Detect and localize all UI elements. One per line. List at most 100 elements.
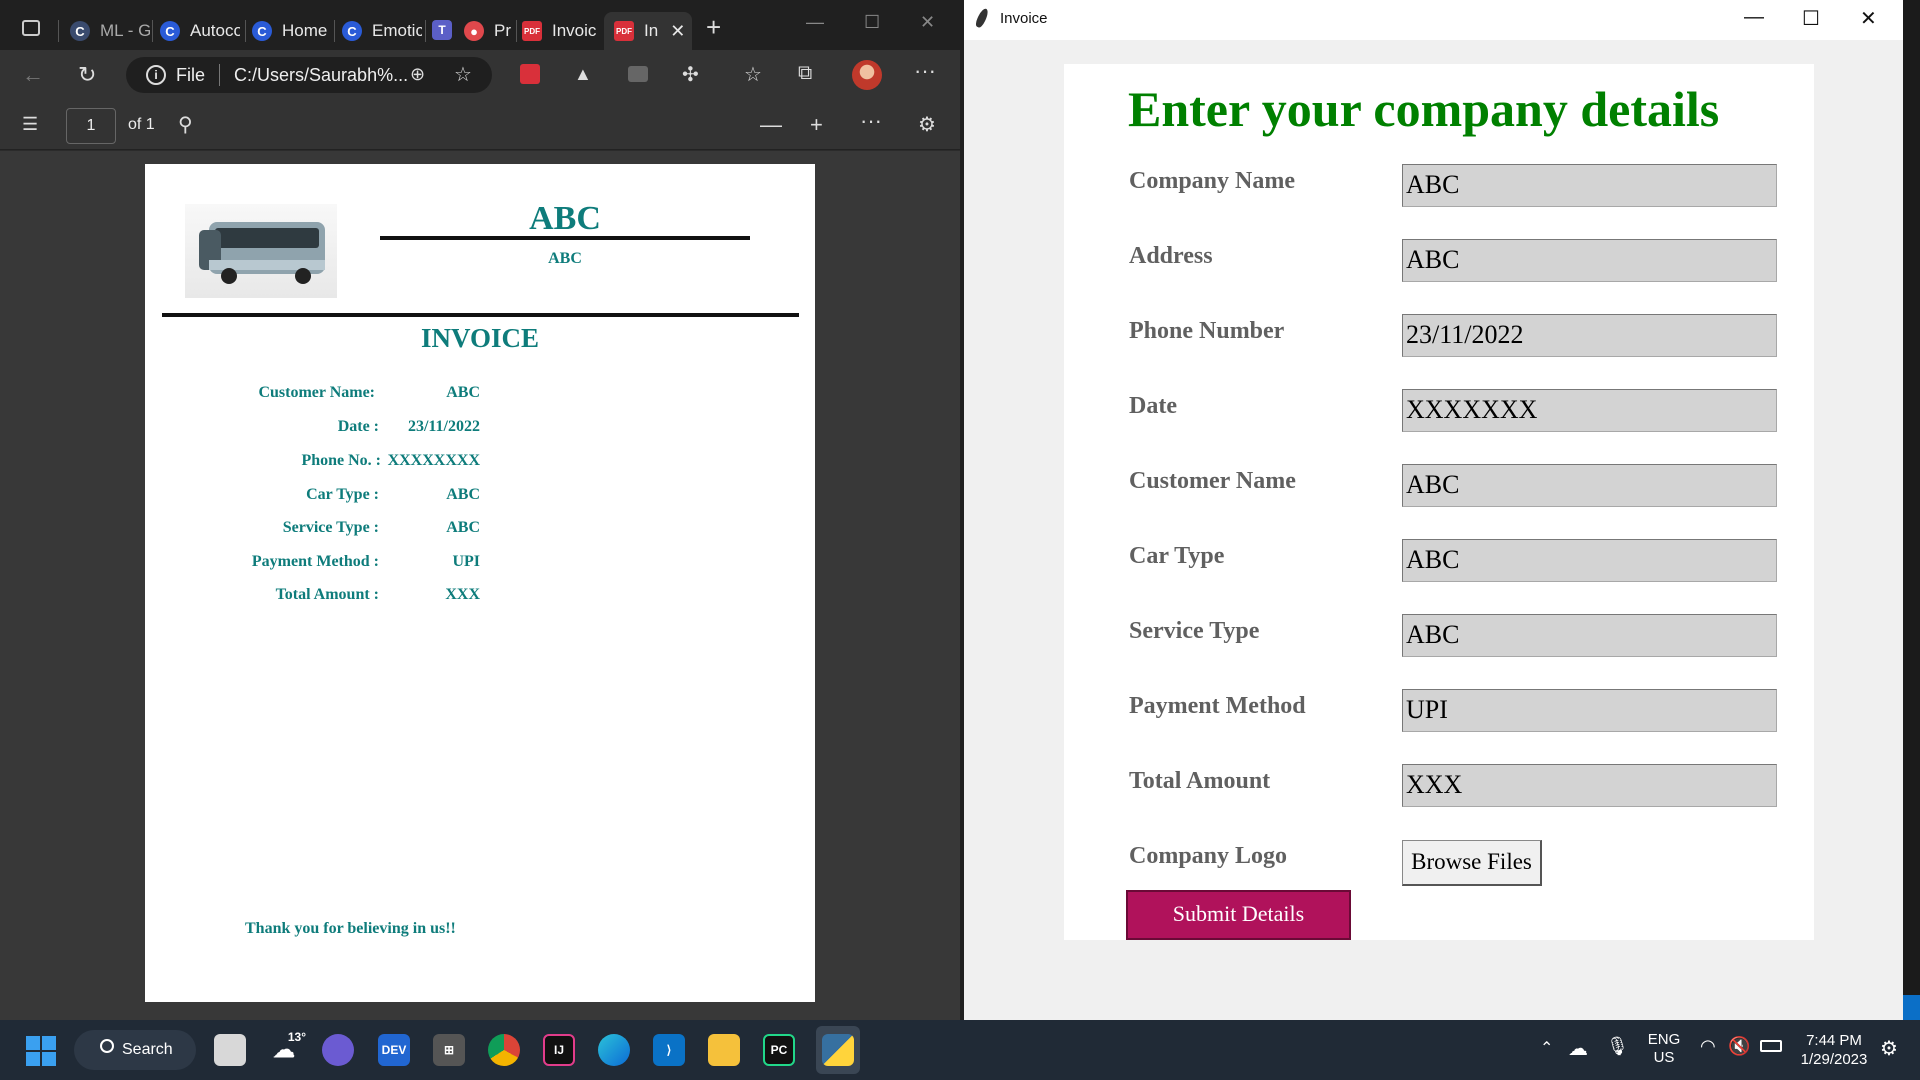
thank-you-note: Thank you for believing in us!!: [245, 920, 456, 937]
start-icon[interactable]: [26, 1036, 56, 1066]
windows-taskbar: Search ☁ 13° DEV ⊞ IJ ⟩ PC ⌃ ☁ 🎙 ENG US …: [0, 1020, 1920, 1080]
info-icon[interactable]: i: [146, 65, 166, 85]
tab-strip: C ML - G C Autoco C Home C Emotic T ● Pr…: [0, 0, 960, 50]
dev-home-icon[interactable]: DEV: [378, 1034, 410, 1066]
feather-icon: [974, 7, 990, 29]
customer-name-label: Customer Name: [1129, 468, 1296, 494]
volume-muted-icon[interactable]: 🔇: [1728, 1036, 1750, 1057]
close-icon[interactable]: ✕: [920, 12, 935, 33]
teams-tab-icon[interactable]: T: [432, 20, 452, 40]
total-amount-field[interactable]: XXX: [1402, 764, 1777, 807]
zoom-icon[interactable]: ⊕: [410, 64, 425, 85]
intellij-icon[interactable]: IJ: [543, 1034, 575, 1066]
customer-name-field[interactable]: ABC: [1402, 464, 1777, 507]
back-icon[interactable]: ←: [22, 62, 44, 88]
pdf-company-address: ABC: [548, 250, 582, 267]
close-icon[interactable]: ✕: [1860, 6, 1877, 31]
show-hidden-icons[interactable]: ⌃: [1540, 1038, 1553, 1058]
pdf-field-value: 23/11/2022: [407, 418, 480, 435]
service-type-field[interactable]: ABC: [1402, 614, 1777, 657]
more-menu-icon[interactable]: ···: [914, 58, 936, 84]
onedrive-icon[interactable]: ☁: [1568, 1036, 1588, 1061]
task-view-icon[interactable]: [214, 1034, 246, 1066]
pycharm-icon[interactable]: PC: [763, 1034, 795, 1066]
company-name-field[interactable]: ABC: [1402, 164, 1777, 207]
address-bar[interactable]: i File C:/Users/Saurabh%...: [126, 57, 492, 93]
file-explorer-icon[interactable]: [708, 1034, 740, 1066]
extensions-puzzle-icon[interactable]: ✣: [682, 62, 699, 87]
new-tab-icon[interactable]: +: [706, 12, 721, 43]
chrome-icon[interactable]: [488, 1034, 520, 1066]
tab-invoice-pdf[interactable]: PDF Invoic: [522, 12, 604, 50]
calculator-icon[interactable]: ⊞: [433, 1034, 465, 1066]
taskbar-search[interactable]: Search: [74, 1030, 196, 1070]
minimize-icon[interactable]: —: [806, 12, 824, 33]
profile-avatar[interactable]: [852, 60, 882, 90]
page-number-input[interactable]: 1: [66, 108, 116, 144]
tab-close-icon[interactable]: ✕: [670, 21, 685, 42]
tab-emotion[interactable]: C Emotic: [342, 12, 422, 50]
car-type-label: Car Type: [1129, 543, 1225, 569]
notifications-icon[interactable]: ⚙: [1880, 1036, 1898, 1061]
page-total: of 1: [128, 116, 155, 133]
pdf-ext-icon[interactable]: [520, 64, 540, 84]
pdf-more-icon[interactable]: ···: [860, 108, 882, 134]
tab-label: In: [644, 21, 659, 40]
language-indicator[interactable]: ENG US: [1644, 1031, 1684, 1067]
contents-icon[interactable]: ☰: [22, 114, 38, 135]
total-amount-label: Total Amount: [1129, 768, 1271, 794]
collections-icon[interactable]: ⧉: [798, 62, 812, 85]
maximize-icon[interactable]: ☐: [1802, 6, 1820, 31]
pdf-settings-icon[interactable]: ⚙: [918, 112, 936, 137]
favorite-add-icon[interactable]: ☆: [454, 62, 472, 87]
zoom-in-icon[interactable]: +: [810, 112, 823, 138]
clock-time: 7:44 PM: [1806, 1032, 1862, 1049]
microphone-icon[interactable]: 🎙: [1606, 1036, 1629, 1057]
refresh-icon[interactable]: ↻: [78, 62, 96, 88]
python-app-button[interactable]: [816, 1026, 860, 1074]
drive-icon[interactable]: ▲: [574, 64, 592, 85]
battery-icon[interactable]: [1760, 1040, 1782, 1052]
edge-icon[interactable]: [598, 1034, 630, 1066]
invoice-title: INVOICE: [421, 323, 539, 353]
wifi-icon[interactable]: ◠: [1700, 1036, 1716, 1057]
tab-actions-icon[interactable]: [22, 20, 40, 36]
search-label: Search: [122, 1041, 173, 1058]
weather-icon[interactable]: ☁ 13°: [268, 1030, 306, 1066]
car-type-field[interactable]: ABC: [1402, 539, 1777, 582]
tab-label: Autoco: [190, 21, 240, 40]
date-field[interactable]: XXXXXXX: [1402, 389, 1777, 432]
tab-autocomplete[interactable]: C Autoco: [160, 12, 240, 50]
tab-recording[interactable]: ● Pr: [464, 12, 514, 50]
vscode-icon[interactable]: ⟩: [653, 1034, 685, 1066]
maximize-icon[interactable]: ☐: [864, 12, 880, 33]
phone-number-field[interactable]: 23/11/2022: [1402, 314, 1777, 357]
tab-ml[interactable]: C ML - G: [70, 12, 150, 50]
clock[interactable]: 7:44 PM 1/29/2023: [1794, 1031, 1874, 1069]
python-icon: [822, 1034, 854, 1066]
tab-active-pdf[interactable]: PDF In ✕: [604, 12, 692, 50]
address-field[interactable]: ABC: [1402, 239, 1777, 282]
invoice-pdf-page: ABC ABC INVOICE Customer Name: ABC Date …: [145, 164, 815, 1002]
browse-files-button[interactable]: Browse Files: [1402, 840, 1542, 886]
zoom-out-icon[interactable]: —: [760, 112, 782, 138]
pdf-field-label: Service Type :: [282, 519, 379, 536]
submit-details-button[interactable]: Submit Details: [1126, 890, 1351, 940]
pdf-favicon-icon: PDF: [522, 21, 542, 41]
find-icon[interactable]: ⚲: [178, 112, 193, 137]
pdf-field-label: Total Amount :: [275, 586, 379, 603]
tab-home[interactable]: C Home: [252, 12, 332, 50]
favorites-icon[interactable]: ☆: [744, 62, 762, 87]
payment-method-field[interactable]: UPI: [1402, 689, 1777, 732]
company-name-label: Company Name: [1129, 168, 1295, 194]
chat-icon[interactable]: [322, 1034, 354, 1066]
tab-label: Home: [282, 21, 328, 40]
window-title: Invoice: [1000, 10, 1048, 27]
pdf-field-value: UPI: [452, 553, 480, 570]
tab-favicon-icon: C: [70, 21, 90, 41]
extension-icon[interactable]: [628, 66, 648, 82]
pdf-toolbar: ☰ 1 of 1 ⚲ — + ··· ⚙: [0, 100, 960, 150]
pdf-field-label: Payment Method :: [251, 553, 379, 570]
minimize-icon[interactable]: —: [1744, 6, 1764, 29]
tab-favicon-icon: ●: [464, 21, 484, 41]
